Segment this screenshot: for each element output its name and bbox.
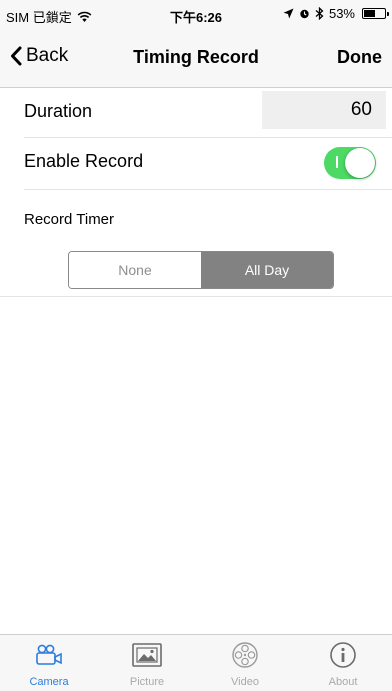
done-button[interactable]: Done xyxy=(337,47,382,68)
tab-video[interactable]: Video xyxy=(196,635,294,691)
back-button[interactable]: Back xyxy=(10,45,68,67)
tab-picture[interactable]: Picture xyxy=(98,635,196,691)
tab-video-label: Video xyxy=(231,676,259,688)
tab-camera[interactable]: Camera xyxy=(0,635,98,691)
status-bar: SIM 已鎖定 下午6:26 53% xyxy=(0,0,392,30)
toggle-on-mark xyxy=(336,156,338,168)
toggle-knob xyxy=(345,148,375,178)
duration-input[interactable] xyxy=(262,91,386,129)
location-arrow-icon xyxy=(283,8,294,19)
back-button-label: Back xyxy=(26,45,69,66)
status-right: 53% xyxy=(283,6,389,21)
duration-row: Duration xyxy=(24,88,392,138)
navigation-bar: Back Timing Record Done xyxy=(0,30,392,88)
chevron-left-icon xyxy=(11,46,22,66)
battery-fill xyxy=(364,10,375,17)
bluetooth-icon xyxy=(315,7,324,20)
picture-icon xyxy=(132,643,162,667)
tab-camera-label: Camera xyxy=(29,676,69,688)
tab-about[interactable]: About xyxy=(294,635,392,691)
tab-about-label: About xyxy=(328,676,358,688)
segment-none[interactable]: None xyxy=(69,252,201,288)
battery-percent: 53% xyxy=(328,6,355,21)
record-timer-segmented-control: None All Day xyxy=(68,251,334,289)
info-icon xyxy=(330,642,356,668)
duration-label: Duration xyxy=(24,101,93,121)
segment-all-day[interactable]: All Day xyxy=(201,252,333,288)
tab-bar: Camera Picture Video About xyxy=(0,634,392,691)
enable-record-label: Enable Record xyxy=(24,151,144,171)
camera-icon xyxy=(36,644,62,665)
record-timer-label: Record Timer xyxy=(24,211,115,228)
tab-picture-label: Picture xyxy=(129,676,165,688)
enable-record-toggle[interactable] xyxy=(324,147,376,179)
battery-icon xyxy=(362,8,389,19)
alarm-clock-icon xyxy=(300,9,309,19)
enable-record-row: Enable Record xyxy=(24,138,392,190)
content-divider xyxy=(0,296,392,297)
video-icon xyxy=(232,642,258,668)
